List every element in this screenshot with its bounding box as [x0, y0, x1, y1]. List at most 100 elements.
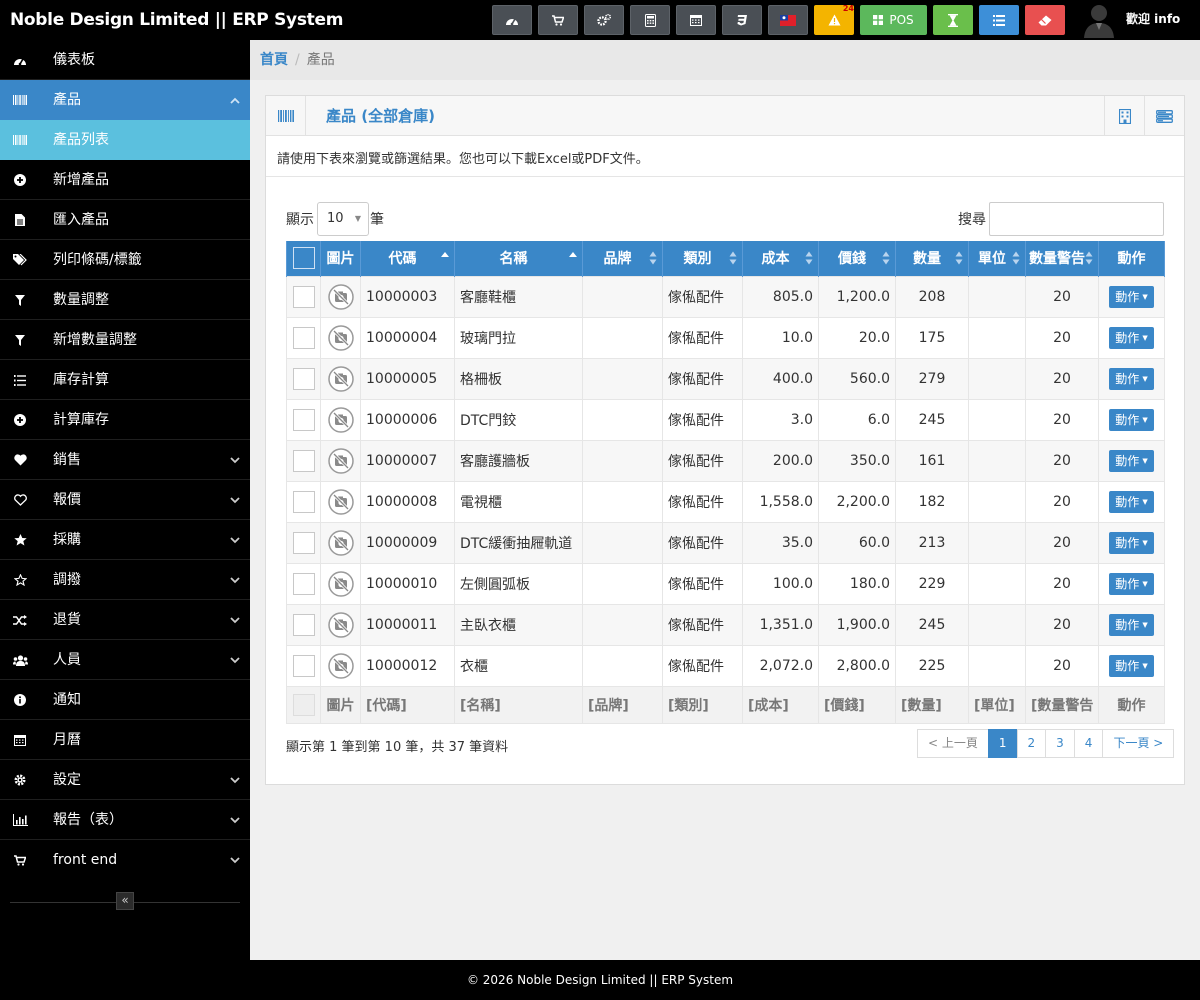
- sidebar-item-sales[interactable]: 銷售: [0, 440, 250, 480]
- table-row[interactable]: 10000003 客廳鞋櫃 傢俬配件 805.0 1,200.0 208 20 動作 ▼: [286, 275, 1165, 318]
- row-select-cell[interactable]: [286, 603, 321, 646]
- sidebar-item-front-end[interactable]: front end: [0, 840, 250, 880]
- column-header-name[interactable]: 名稱: [454, 241, 583, 276]
- row-select-cell[interactable]: [286, 439, 321, 482]
- pagination-page[interactable]: 1: [987, 729, 1018, 758]
- footer-filter-quantity[interactable]: [數量]: [895, 685, 969, 724]
- footer-filter-price[interactable]: [價錢]: [818, 685, 896, 724]
- row-select-cell[interactable]: [286, 480, 321, 523]
- footer-filter-name[interactable]: [名稱]: [454, 685, 583, 724]
- row-select-cell[interactable]: [286, 398, 321, 441]
- pagination-page[interactable]: 3: [1045, 729, 1075, 758]
- warehouse-select-button[interactable]: [1104, 96, 1144, 136]
- pagination-next[interactable]: 下一頁 >: [1102, 729, 1175, 758]
- select-all-header[interactable]: [286, 241, 321, 276]
- table-row[interactable]: 10000009 DTC緩衝抽屜軌道 傢俬配件 35.0 60.0 213 20 動作 ▼: [286, 521, 1165, 564]
- footer-filter-alert-quantity[interactable]: [數量警告: [1025, 685, 1099, 724]
- clear-cache-button[interactable]: [1025, 5, 1065, 35]
- table-row[interactable]: 10000005 格柵板 傢俬配件 400.0 560.0 279 20 動作 ▼: [286, 357, 1165, 400]
- breadcrumb-home-link[interactable]: 首頁: [260, 52, 288, 68]
- column-header-unit[interactable]: 單位: [968, 241, 1026, 276]
- row-action-dropdown[interactable]: 動作 ▼: [1109, 531, 1154, 554]
- row-checkbox[interactable]: [292, 367, 315, 390]
- sidebar-item-quotations[interactable]: 報價: [0, 480, 250, 520]
- column-header-cost[interactable]: 成本: [742, 241, 819, 276]
- table-row[interactable]: 10000012 衣櫃 傢俬配件 2,072.0 2,800.0 225 20 動作 ▼: [286, 644, 1165, 687]
- footer-filter-cost[interactable]: [成本]: [742, 685, 819, 724]
- row-checkbox[interactable]: [292, 531, 315, 554]
- cart-button[interactable]: [538, 5, 578, 35]
- sidebar-item-add-product[interactable]: 新增產品: [0, 160, 250, 200]
- sidebar-item-notifications[interactable]: 通知: [0, 680, 250, 720]
- sidebar-item-stock-counts[interactable]: 庫存計算: [0, 360, 250, 400]
- app-brand[interactable]: Noble Design Limited || ERP System: [10, 0, 343, 40]
- row-action-dropdown[interactable]: 動作 ▼: [1109, 367, 1154, 390]
- column-header-quantity[interactable]: 數量: [895, 241, 969, 276]
- sidebar-item-settings[interactable]: 設定: [0, 760, 250, 800]
- calendar-button[interactable]: [676, 5, 716, 35]
- row-select-cell[interactable]: [286, 644, 321, 687]
- row-checkbox[interactable]: [292, 654, 315, 677]
- row-action-dropdown[interactable]: 動作 ▼: [1109, 408, 1154, 431]
- pos-button[interactable]: POS: [860, 5, 927, 35]
- dashboard-button[interactable]: [492, 5, 532, 35]
- footer-filter-category[interactable]: [類別]: [662, 685, 743, 724]
- welcome-user[interactable]: 歡迎 info: [1126, 0, 1180, 40]
- row-checkbox[interactable]: [292, 449, 315, 472]
- language-button[interactable]: [768, 5, 808, 35]
- row-checkbox[interactable]: [292, 285, 315, 308]
- table-row[interactable]: 10000007 客廳護牆板 傢俬配件 200.0 350.0 161 20 動作 ▼: [286, 439, 1165, 482]
- alerts-button[interactable]: 24: [814, 4, 854, 35]
- row-action-dropdown[interactable]: 動作 ▼: [1109, 326, 1154, 349]
- table-row[interactable]: 10000006 DTC門鉸 傢俬配件 3.0 6.0 245 20 動作 ▼: [286, 398, 1165, 441]
- column-header-category[interactable]: 類別: [662, 241, 743, 276]
- column-header-price[interactable]: 價錢: [818, 241, 896, 276]
- row-checkbox[interactable]: [292, 408, 315, 431]
- pagination-page[interactable]: 4: [1073, 729, 1104, 758]
- pagination-prev[interactable]: < 上一頁: [917, 729, 989, 758]
- footer-filter-code[interactable]: [代碼]: [360, 685, 455, 724]
- footer-filter-brand[interactable]: [品牌]: [582, 685, 663, 724]
- sidebar-item-transfers[interactable]: 調撥: [0, 560, 250, 600]
- footer-filter-unit[interactable]: [單位]: [968, 685, 1026, 724]
- row-select-cell[interactable]: [286, 357, 321, 400]
- sidebar-item-print-labels[interactable]: 列印條碼/標籤: [0, 240, 250, 280]
- select-all-checkbox[interactable]: [292, 247, 315, 270]
- table-row[interactable]: 10000008 電視櫃 傢俬配件 1,558.0 2,200.0 182 20 動作 ▼: [286, 480, 1165, 523]
- column-header-alert-quantity[interactable]: 數量警告: [1025, 241, 1099, 276]
- row-action-dropdown[interactable]: 動作 ▼: [1109, 654, 1154, 677]
- row-checkbox[interactable]: [292, 326, 315, 349]
- user-avatar[interactable]: [1082, 2, 1116, 38]
- settings-button[interactable]: [584, 5, 624, 35]
- sidebar-item-count-stock[interactable]: 計算庫存: [0, 400, 250, 440]
- table-row[interactable]: 10000011 主臥衣櫃 傢俬配件 1,351.0 1,900.0 245 20 動作 ▼: [286, 603, 1165, 646]
- sidebar-item-import-products[interactable]: 匯入產品: [0, 200, 250, 240]
- row-action-dropdown[interactable]: 動作 ▼: [1109, 285, 1154, 308]
- row-action-dropdown[interactable]: 動作 ▼: [1109, 572, 1154, 595]
- row-checkbox[interactable]: [292, 572, 315, 595]
- sidebar-item-add-quantity-adjustment[interactable]: 新增數量調整: [0, 320, 250, 360]
- sidebar-item-reports[interactable]: 報告（表）: [0, 800, 250, 840]
- sidebar-item-quantity-adjustments[interactable]: 數量調整: [0, 280, 250, 320]
- row-select-cell[interactable]: [286, 275, 321, 318]
- pagination-page[interactable]: 2: [1016, 729, 1047, 758]
- sidebar-item-dashboard[interactable]: 儀表板: [0, 40, 250, 80]
- sidebar-item-people[interactable]: 人員: [0, 640, 250, 680]
- hourglass-button[interactable]: [933, 5, 973, 35]
- sidebar-item-returns[interactable]: 退貨: [0, 600, 250, 640]
- page-length-select[interactable]: 10 ▼: [317, 202, 369, 236]
- row-action-dropdown[interactable]: 動作 ▼: [1109, 613, 1154, 636]
- row-action-dropdown[interactable]: 動作 ▼: [1109, 449, 1154, 472]
- table-row[interactable]: 10000004 玻璃門拉 傢俬配件 10.0 20.0 175 20 動作 ▼: [286, 316, 1165, 359]
- list-button[interactable]: [979, 5, 1019, 35]
- row-action-dropdown[interactable]: 動作 ▼: [1109, 490, 1154, 513]
- row-select-cell[interactable]: [286, 316, 321, 359]
- row-checkbox[interactable]: [292, 490, 315, 513]
- search-input[interactable]: [989, 202, 1164, 236]
- column-header-brand[interactable]: 品牌: [582, 241, 663, 276]
- actions-menu-button[interactable]: [1144, 96, 1184, 136]
- sidebar-item-product-list[interactable]: 產品列表: [0, 120, 250, 160]
- sidebar-item-purchases[interactable]: 採購: [0, 520, 250, 560]
- sidebar-item-products[interactable]: 產品: [0, 80, 250, 120]
- row-checkbox[interactable]: [292, 613, 315, 636]
